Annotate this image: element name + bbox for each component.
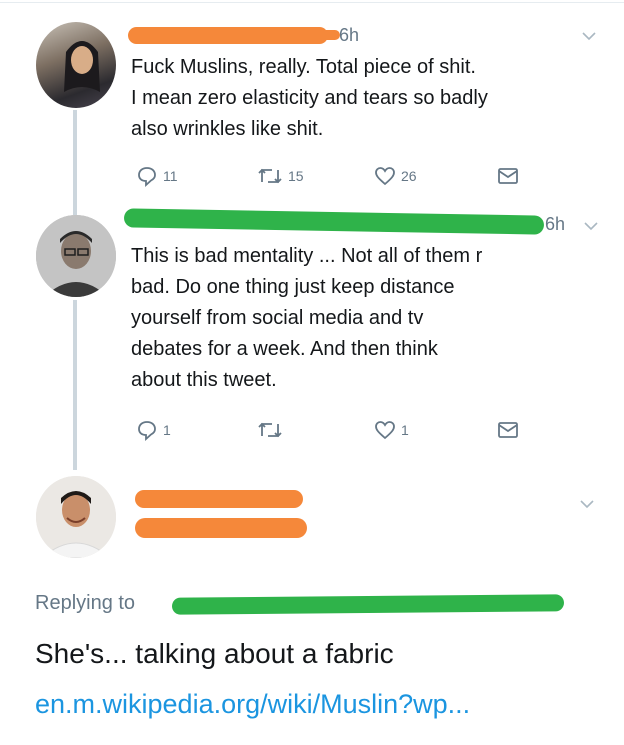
- tweet-text-line: debates for a week. And then think: [131, 338, 438, 360]
- message-icon: [497, 166, 519, 186]
- redacted-handle: [135, 518, 307, 538]
- tweet-time: 6h: [545, 214, 566, 234]
- chevron-down-icon[interactable]: [580, 496, 594, 512]
- chevron-down-icon[interactable]: [584, 218, 598, 234]
- like-icon: [374, 419, 396, 441]
- reply-icon: [136, 165, 158, 187]
- retweet-button[interactable]: 15: [257, 165, 304, 187]
- redacted-username: [123, 208, 545, 235]
- chevron-down-icon[interactable]: [582, 28, 596, 44]
- top-divider: [0, 2, 624, 3]
- tweet-text: This is bad mentality ... Not all of the…: [131, 241, 606, 396]
- redacted-username: [300, 30, 340, 40]
- tweet-text-line: Fuck Muslins, really. Total piece of shi…: [131, 56, 476, 78]
- avatar[interactable]: [36, 476, 116, 558]
- replying-to-label: Replying to: [35, 592, 136, 614]
- reply-count: 11: [163, 168, 178, 184]
- like-button[interactable]: 26: [374, 165, 417, 187]
- tweet-time: 6h: [339, 25, 360, 45]
- avatar[interactable]: [36, 22, 116, 108]
- reply-button[interactable]: 1: [136, 419, 171, 441]
- redacted-reply-handle: [171, 594, 565, 615]
- message-button[interactable]: [497, 420, 519, 440]
- message-button[interactable]: [497, 166, 519, 186]
- reply-count: 1: [163, 422, 171, 438]
- tweet-text-line: also wrinkles like shit.: [131, 118, 324, 140]
- redacted-username: [128, 27, 328, 44]
- tweet-text-line: I mean zero elasticity and tears so badl…: [131, 87, 488, 109]
- like-button[interactable]: 1: [374, 419, 409, 441]
- thread-line: [73, 110, 77, 215]
- avatar[interactable]: [36, 215, 116, 297]
- tweet-text-line: yourself from social media and tv: [131, 307, 424, 329]
- tweet-text-line: bad. Do one thing just keep distance: [131, 276, 455, 298]
- retweet-icon: [257, 165, 283, 187]
- reply-icon: [136, 419, 158, 441]
- tweet-text-line: about this tweet.: [131, 369, 277, 391]
- thread-line: [73, 300, 77, 470]
- redacted-name: [135, 490, 303, 508]
- like-icon: [374, 165, 396, 187]
- wikipedia-link[interactable]: en.m.wikipedia.org/wiki/Muslin?wp...: [35, 689, 470, 720]
- reply-button[interactable]: 11: [136, 165, 178, 187]
- reply-text: She's... talking about a fabric: [35, 638, 394, 669]
- tweet-text: Fuck Muslins, really. Total piece of shi…: [131, 52, 606, 145]
- like-count: 26: [401, 168, 417, 184]
- message-icon: [497, 420, 519, 440]
- retweet-icon: [257, 419, 283, 441]
- retweet-count: 15: [288, 168, 304, 184]
- retweet-button[interactable]: [257, 419, 288, 441]
- like-count: 1: [401, 422, 409, 438]
- tweet-text-line: This is bad mentality ... Not all of the…: [131, 245, 483, 267]
